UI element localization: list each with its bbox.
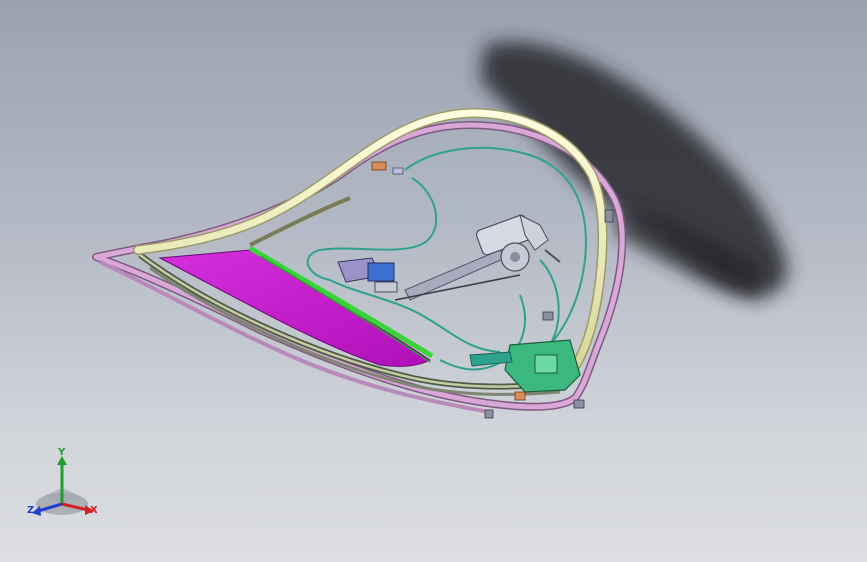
triad-y-label: Y	[58, 447, 66, 458]
triad-x-label: X	[90, 505, 98, 516]
triad-z-label: Z	[27, 505, 35, 516]
view-orientation-triad[interactable]: Y X Z	[22, 448, 106, 528]
cad-graphics-viewport[interactable]: Y X Z	[0, 0, 867, 562]
door-assembly-scene[interactable]	[0, 0, 867, 562]
triad-axes-icon	[32, 456, 94, 516]
